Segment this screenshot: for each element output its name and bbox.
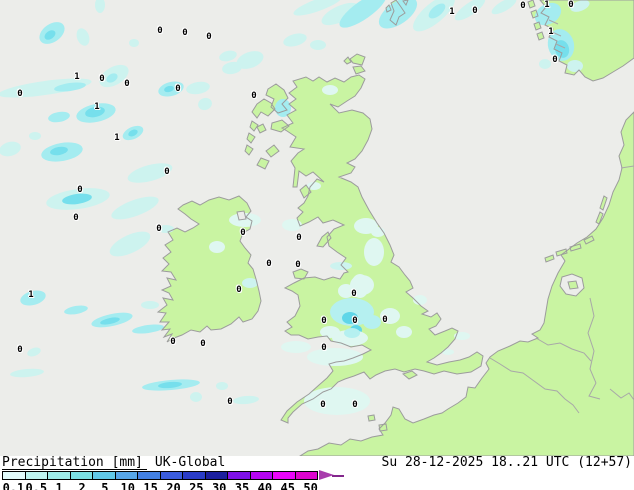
precip-value: 0	[296, 234, 301, 243]
precip-value: 0	[352, 317, 357, 326]
scale-cell-40	[251, 472, 274, 479]
precip-value: 0	[206, 33, 211, 42]
scale-cell-25	[183, 472, 206, 479]
precip-value: 0	[156, 225, 161, 234]
precip-value: 0	[157, 27, 162, 36]
scale-cell-0.1	[3, 472, 26, 479]
precip-value: 0	[568, 1, 573, 10]
precip-value: 1	[548, 28, 553, 37]
precip-value: 0	[266, 260, 271, 269]
precip-value: 0	[164, 168, 169, 177]
precip-value: 1	[74, 73, 79, 82]
color-scale-arrow-tail	[332, 475, 344, 477]
legend-title: Precipitation [mm]	[2, 456, 147, 470]
precip-value: 0	[175, 85, 180, 94]
scale-cell-5	[93, 472, 116, 479]
scale-label-0.5: 0.5	[25, 482, 48, 490]
precip-value: 1	[114, 134, 119, 143]
precip-value: 0	[99, 75, 104, 84]
legend-unit: [mm]	[112, 455, 143, 470]
scale-cell-30	[206, 472, 229, 479]
weather-map-screenshot: 000100101010000011000000000100000000000 …	[0, 0, 634, 490]
scale-cell-0.5	[26, 472, 49, 479]
scale-label-30: 30	[208, 482, 231, 490]
precip-value: 0	[200, 340, 205, 349]
precip-value: 0	[352, 401, 357, 410]
scale-label-45: 45	[276, 482, 299, 490]
scale-cell-45	[273, 472, 296, 479]
scale-label-40: 40	[253, 482, 276, 490]
legend-title-text: Precipitation	[2, 455, 104, 470]
precip-value: 0	[320, 401, 325, 410]
scale-cell-10	[116, 472, 139, 479]
precip-value: 0	[73, 214, 78, 223]
scale-label-25: 25	[185, 482, 208, 490]
legend-bar: Precipitation [mm] UK-Global Su 28-12-202…	[0, 456, 634, 490]
precip-value: 0	[520, 2, 525, 11]
scale-cell-50	[296, 472, 318, 479]
scale-cell-15	[138, 472, 161, 479]
scale-label-35: 35	[231, 482, 254, 490]
precip-value: 0	[17, 90, 22, 99]
precip-value: 0	[227, 398, 232, 407]
precip-value: 0	[124, 80, 129, 89]
precip-value: 1	[28, 291, 33, 300]
precip-value: 0	[182, 29, 187, 38]
scale-cell-20	[161, 472, 184, 479]
scale-label-50: 50	[299, 482, 322, 490]
precip-value: 0	[17, 346, 22, 355]
precip-value: 0	[552, 56, 557, 65]
color-scale-labels: 0.10.5125101520253035404550	[2, 482, 322, 490]
precip-value: 1	[94, 103, 99, 112]
lough-neagh	[237, 211, 246, 220]
precip-value: 0	[321, 344, 326, 353]
scale-label-1: 1	[48, 482, 71, 490]
scale-label-10: 10	[116, 482, 139, 490]
scale-label-5: 5	[93, 482, 116, 490]
scale-cell-2	[71, 472, 94, 479]
legend-model-name: UK-Global	[155, 456, 225, 469]
precip-value: 0	[251, 92, 256, 101]
forecast-datetime: Su 28-12-2025 18..21 UTC (12+57)	[382, 456, 632, 469]
precip-value: 0	[351, 290, 356, 299]
precip-value: 1	[544, 1, 549, 10]
scale-label-15: 15	[139, 482, 162, 490]
map-canvas	[0, 0, 634, 456]
color-scale-bar	[2, 471, 318, 480]
precip-value: 1	[449, 8, 454, 17]
precip-value: 0	[240, 229, 245, 238]
precip-value: 0	[321, 317, 326, 326]
scale-label-0.1: 0.1	[2, 482, 25, 490]
precip-value: 0	[170, 338, 175, 347]
scale-label-2: 2	[71, 482, 94, 490]
precip-value: 0	[382, 316, 387, 325]
precip-value: 0	[472, 7, 477, 16]
precip-value: 0	[77, 186, 82, 195]
scale-cell-1	[48, 472, 71, 479]
precip-value: 0	[236, 286, 241, 295]
scale-cell-35	[228, 472, 251, 479]
precip-value: 0	[295, 261, 300, 270]
scale-label-20: 20	[162, 482, 185, 490]
precipitation-map: 0 0 0 1 0 0 1 0 1 0 1 0 0 0 0 0 1 1 0 0 0 0 0 0 0 0 0 1 0 0 0 0 0 0 0 0 0 0 0	[0, 0, 634, 456]
